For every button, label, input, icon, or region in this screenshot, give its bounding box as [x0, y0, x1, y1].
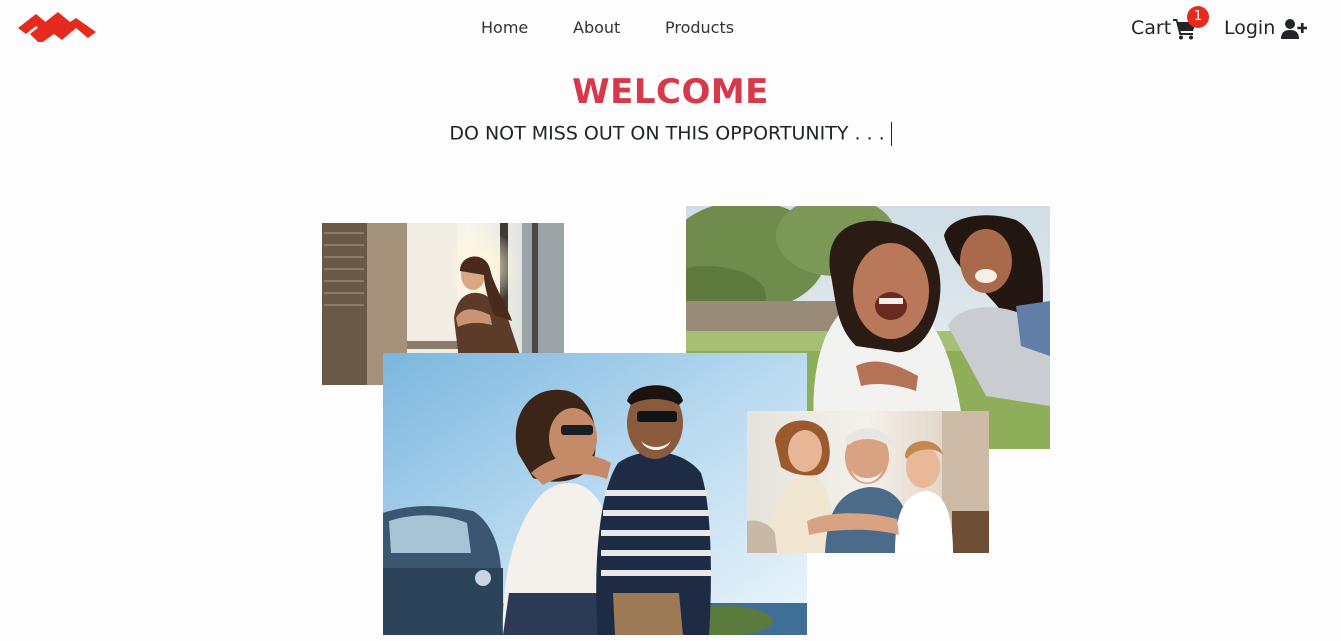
text-cursor: [890, 122, 892, 146]
cart-count-badge: 1: [1187, 6, 1209, 28]
tagline: DO NOT MISS OUT ON THIS OPPORTUNITY . . …: [0, 122, 1341, 146]
nav-home-link[interactable]: Home: [481, 18, 528, 37]
couple-car-photo: [383, 353, 807, 635]
tagline-text: DO NOT MISS OUT ON THIS OPPORTUNITY . . …: [449, 122, 885, 145]
welcome-title: WELCOME: [572, 72, 769, 112]
nav-products-link[interactable]: Products: [665, 18, 734, 37]
nav-about-link[interactable]: About: [573, 18, 620, 37]
grandfather-children-photo: [747, 411, 989, 553]
login-label: Login: [1224, 17, 1276, 39]
user-plus-icon: [1281, 18, 1308, 40]
cart-label: Cart: [1131, 17, 1172, 39]
page: Home About Products Cart 1 Login WELCOME: [0, 0, 1341, 641]
brand-logo[interactable]: [18, 4, 96, 44]
